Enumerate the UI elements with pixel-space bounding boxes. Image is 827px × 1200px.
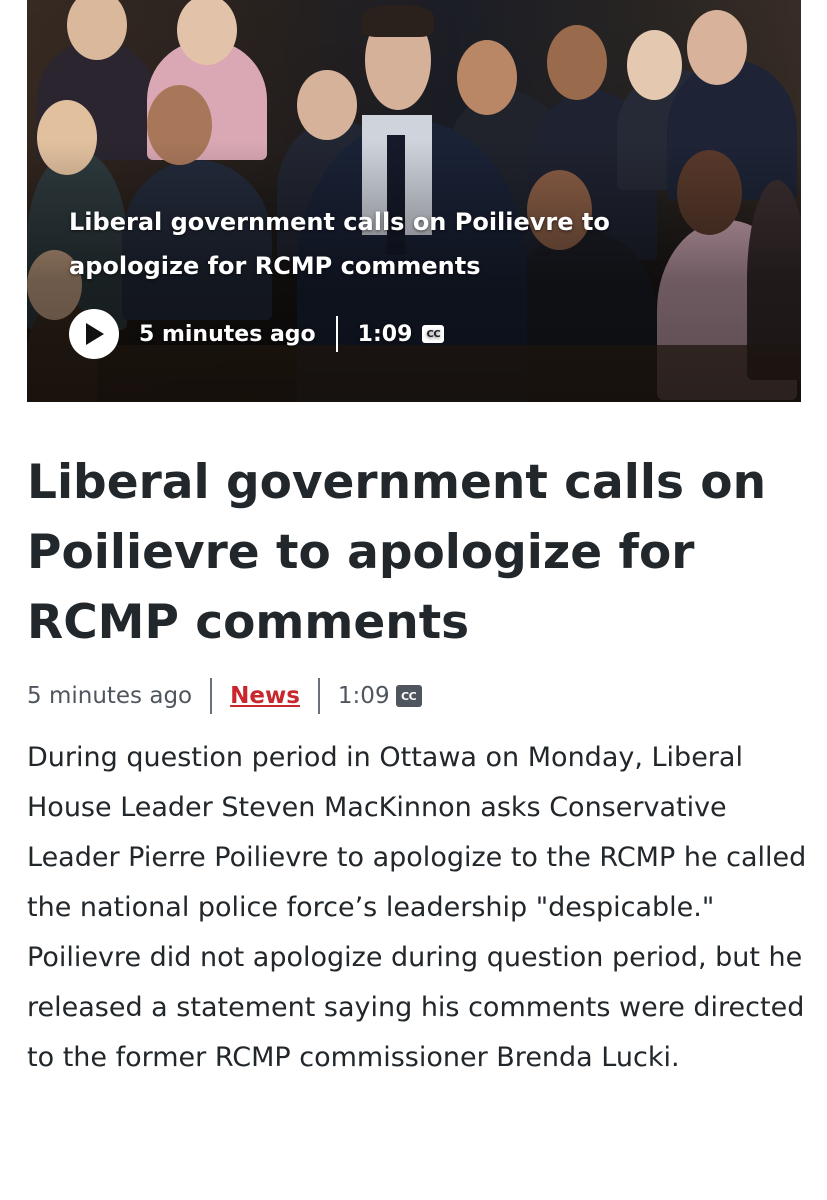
article-duration: 1:09 <box>337 683 390 709</box>
article-headline: Liberal government calls on Poilievre to… <box>27 455 767 650</box>
category-link-news[interactable]: News <box>230 683 300 709</box>
article-timestamp: 5 minutes ago <box>27 683 193 709</box>
meta-divider <box>317 678 320 714</box>
meta-divider <box>210 678 213 714</box>
hero-title[interactable]: Liberal government calls on Poilievre to… <box>69 200 669 288</box>
play-icon <box>86 323 104 345</box>
hero-duration: 1:09 <box>357 321 413 347</box>
hero-divider <box>335 316 338 352</box>
article-description: During question period in Ottawa on Mond… <box>27 742 807 1073</box>
closed-caption-icon: CC <box>395 685 422 707</box>
hero-meta: 5 minutes ago 1:09 CC <box>69 309 445 359</box>
play-button[interactable] <box>69 309 119 359</box>
video-thumbnail[interactable]: Liberal government calls on Poilievre to… <box>27 0 801 402</box>
closed-caption-icon: CC <box>422 325 445 343</box>
hero-timestamp: 5 minutes ago <box>139 321 316 347</box>
article-meta: 5 minutes ago News 1:09 CC <box>27 676 422 716</box>
